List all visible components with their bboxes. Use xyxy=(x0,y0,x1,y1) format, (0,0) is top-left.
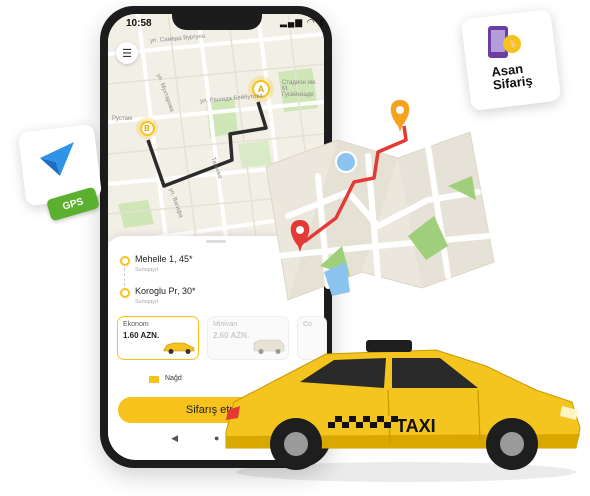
street-label: Рустам xyxy=(112,116,133,122)
tariff-card-ekonom[interactable]: Ekonom 1.60 AZN. xyxy=(117,316,199,360)
menu-button[interactable]: ☰ xyxy=(116,42,138,64)
destination-address[interactable]: Koroglu Pr, 30* xyxy=(135,286,196,296)
phone-notch xyxy=(172,10,262,30)
hamburger-icon: ☰ xyxy=(122,47,132,60)
origin-pin-icon xyxy=(120,256,130,266)
phone-tap-icon xyxy=(488,26,521,58)
tariff-name: Ekonom xyxy=(123,321,149,328)
marker-b-label: B xyxy=(139,120,155,136)
origin-subtitle: Sumqayıt xyxy=(135,267,159,273)
payment-method: Nağd xyxy=(165,375,182,382)
status-icons: ▂▄▆ ◠ ▮ xyxy=(280,17,326,27)
destination-pin-icon xyxy=(120,288,130,298)
route-connector xyxy=(124,268,126,286)
car-icon xyxy=(163,342,195,354)
sheet-handle[interactable] xyxy=(206,240,226,243)
status-time: 10:58 xyxy=(126,18,152,29)
tariff-name: Minivan xyxy=(213,321,238,328)
taxi-sign-text: TAXI xyxy=(396,416,436,436)
tariff-price: 1.60 AZN. xyxy=(123,331,160,340)
back-icon[interactable]: ◀ xyxy=(171,433,178,444)
taxi-car-illustration xyxy=(225,340,581,482)
origin-address[interactable]: Mehelle 1, 45* xyxy=(135,254,193,264)
navigation-arrow-icon xyxy=(40,142,74,176)
folded-map-illustration xyxy=(265,100,495,301)
marker-b[interactable]: B xyxy=(136,117,158,139)
destination-subtitle: Sumqayıt xyxy=(135,299,159,305)
end-pin-icon xyxy=(390,100,410,132)
gps-text: GPS xyxy=(61,195,85,213)
cash-icon xyxy=(149,376,159,383)
